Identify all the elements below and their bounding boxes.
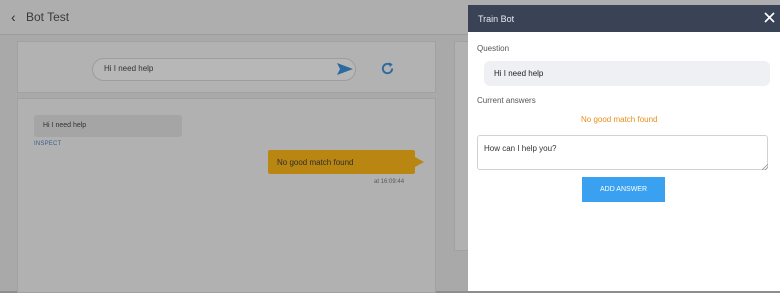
chat-input-value[interactable]: Hi I need help bbox=[104, 64, 153, 73]
panel-header: Train Bot bbox=[468, 5, 780, 32]
send-icon[interactable] bbox=[336, 62, 354, 76]
panel-title: Train Bot bbox=[478, 14, 515, 24]
user-message-text: Hi I need help bbox=[43, 122, 87, 129]
resize-grip-icon[interactable] bbox=[762, 164, 768, 170]
bot-bubble-tail bbox=[415, 157, 424, 167]
train-bot-panel: Train Bot Question Hi I need help Curren… bbox=[468, 5, 780, 291]
inspect-link[interactable]: INSPECT bbox=[34, 141, 61, 147]
page-title: Bot Test bbox=[26, 10, 70, 24]
message-timestamp: at 16:09:44 bbox=[374, 179, 405, 185]
add-answer-button[interactable]: ADD ANSWER bbox=[582, 177, 665, 202]
no-match-text: No good match found bbox=[581, 115, 658, 124]
question-label: Question bbox=[477, 44, 510, 53]
refresh-icon[interactable] bbox=[380, 61, 395, 76]
bot-message-text: No good match found bbox=[277, 158, 354, 167]
chevron-left-icon[interactable]: ‹ bbox=[11, 9, 16, 25]
answer-input[interactable]: How can I help you? bbox=[477, 135, 768, 170]
current-answers-label: Current answers bbox=[477, 96, 536, 105]
question-value: Hi I need help bbox=[494, 69, 544, 78]
close-icon[interactable] bbox=[764, 12, 775, 23]
